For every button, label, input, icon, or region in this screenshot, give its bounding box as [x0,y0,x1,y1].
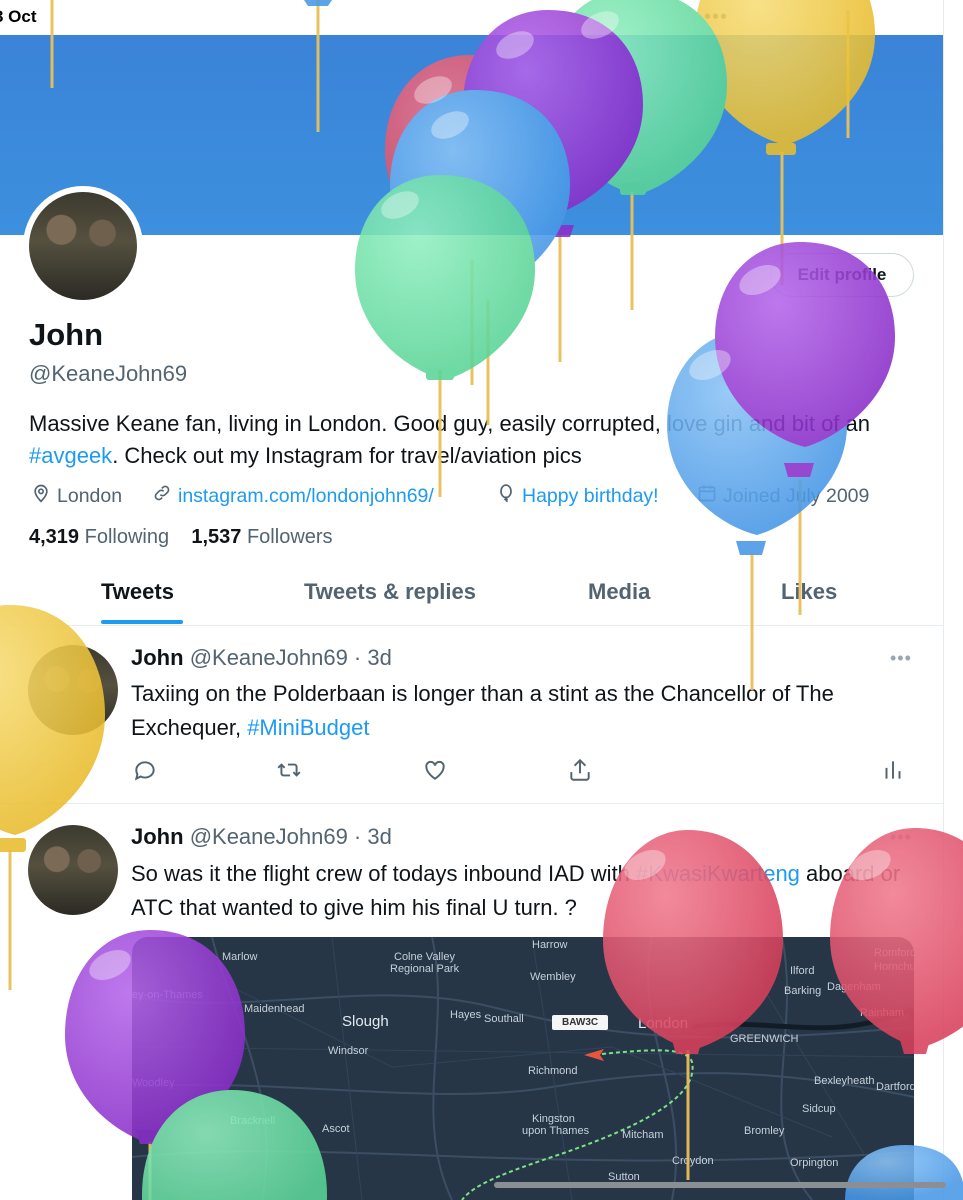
map-label: upon Thames [522,1125,590,1137]
map-label: Croydon [672,1155,714,1167]
tweet-header: John @KeaneJohn69 · 3d [131,645,392,671]
active-tab-indicator [101,620,183,624]
map-label: Marlow [222,951,258,963]
tweet-hashtag-link[interactable]: #KwasiKwarteng [636,861,800,886]
map-label: ey-on-Thames [132,989,203,1001]
map-label: Orpington [790,1157,839,1169]
following-label: Following [84,526,170,548]
map-label: Sidcup [802,1103,836,1115]
location-text: London [57,484,123,507]
map-label: Mitcham [622,1129,664,1141]
map-label: Southall [484,1013,524,1025]
like-icon[interactable] [422,757,448,783]
profile-banner[interactable] [0,35,943,235]
bio-hashtag-link[interactable]: #avgeek [29,443,112,468]
reply-icon[interactable] [132,757,158,783]
tweet-avatar[interactable] [28,825,118,915]
column-divider [943,0,944,1200]
map-label: Maidenhead [244,1003,305,1015]
map-label: Bexleyheath [814,1075,875,1087]
map-label: GREENWICH [730,1033,799,1045]
map-label: London [638,1015,689,1032]
bio-text: Massive Keane fan, living in London. Goo… [29,411,871,436]
profile-handle: @KeaneJohn69 [29,361,188,386]
map-label: Dartford [876,1081,914,1093]
horizontal-scrollbar[interactable] [494,1182,946,1188]
tweet-more-icon[interactable]: ••• [890,827,912,848]
tweet-text: So was it the flight crew of todays inbo… [131,857,921,925]
tweet-header: John @KeaneJohn69 · 3d [131,824,392,850]
map-label: Wembley [530,971,576,983]
profile-website[interactable]: instagram.com/londonjohn69/ [152,483,434,509]
profile-joined: Joined July 2009 [697,483,869,509]
tweet-author-meta: @KeaneJohn69 · 3d [189,824,392,849]
tab-tweets-and-replies[interactable]: Tweets & replies [304,579,476,605]
avatar-image [29,192,137,300]
profile-display-name: John [29,317,104,352]
status-time: 3 Oct [0,7,37,26]
edit-profile-button[interactable]: Edit profile [770,253,914,297]
tab-tweets[interactable]: Tweets [101,579,174,605]
profile-bio: Massive Keane fan, living in London. Goo… [29,408,929,472]
tab-likes[interactable]: Likes [781,579,837,605]
map-label: Windsor [328,1045,369,1057]
map-label: Hornchurch [874,961,914,973]
map-label: Ilford [790,965,815,977]
joined-text: Joined July 2009 [723,484,870,507]
map-label: Woodley [132,1077,175,1089]
followers-count: 1,537 [191,526,242,548]
tweet-author-name[interactable]: John [131,824,184,849]
map-label: Harrow [532,939,568,951]
following-link[interactable]: 4,319 Following [29,526,169,548]
tweet-more-icon[interactable]: ••• [890,648,912,669]
map-label: Bromley [744,1125,785,1137]
tweet-author-name[interactable]: John [131,645,184,670]
status-bar: 3 Oct ••• [0,0,943,35]
followers-label: Followers [246,526,333,548]
share-icon[interactable] [567,757,593,783]
website-link[interactable]: instagram.com/londonjohn69/ [178,485,434,508]
map-label: Regional Park [390,963,460,975]
map-label: Rainham [860,1007,905,1019]
birthday-text[interactable]: Happy birthday! [522,485,659,508]
map-label: Slough [342,1013,389,1030]
map-label: Romford [874,947,914,959]
followers-link[interactable]: 1,537 Followers [191,526,332,548]
bio-tail: . Check out my Instagram for travel/avia… [112,443,582,468]
balloon-icon [496,483,516,509]
following-count: 4,319 [29,526,80,548]
tweet-avatar[interactable] [28,645,118,735]
tweet-body: So was it the flight crew of todays inbo… [131,861,637,886]
analytics-icon[interactable] [880,757,906,783]
multitask-dots[interactable]: ••• [704,6,728,29]
tab-media[interactable]: Media [588,579,650,605]
map-label: Hayes [450,1009,482,1021]
profile-birthday: Happy birthday! [496,483,659,509]
location-pin-icon [31,483,51,509]
tweet-divider [0,803,943,804]
tweet-text: Taxiing on the Polderbaan is longer than… [131,677,921,745]
tweet-hashtag-link[interactable]: #MiniBudget [247,715,369,740]
map-label: Richmond [528,1065,578,1077]
map-label: Kingston [532,1113,575,1125]
follow-stats: 4,319 Following 1,537 Followers [29,526,333,549]
map-label: Barking [784,985,822,997]
map-label: Ascot [322,1123,350,1135]
tabs-divider [0,625,943,626]
retweet-icon[interactable] [276,757,302,783]
link-icon [152,483,172,509]
flight-callsign-tag: BAW3C [552,1015,609,1030]
profile-location: London [31,483,122,509]
profile-avatar[interactable] [23,186,143,306]
tweet-author-meta: @KeaneJohn69 · 3d [189,645,392,670]
tweet-map-image[interactable]: BAW3C Marlow Colne Valley Regional Park … [132,937,914,1200]
map-label: Colne Valley [394,951,455,963]
tweet-body: Taxiing on the Polderbaan is longer than… [131,681,834,740]
map-label: Bracknell [230,1115,276,1127]
calendar-icon [697,483,717,509]
map-label: Dagenham [827,981,881,993]
